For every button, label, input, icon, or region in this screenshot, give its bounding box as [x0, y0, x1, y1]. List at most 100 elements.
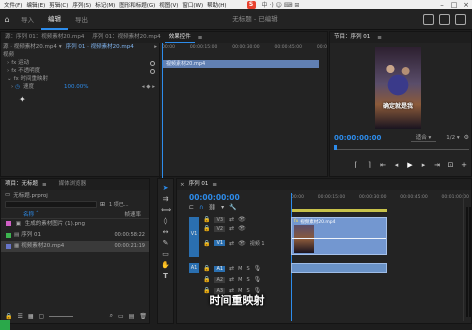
sequence-clip-label[interactable]: 序列 01 · 视频素材20.mp4	[66, 43, 134, 51]
effect-time-remap[interactable]: fx 时间重映射	[14, 75, 48, 83]
sync-lock-icon[interactable]: ⇄	[229, 265, 234, 272]
track-target-a1[interactable]: A1	[214, 265, 226, 272]
razor-tool-icon[interactable]: ◊	[161, 217, 170, 226]
menu-item-window[interactable]: 窗口(W)	[182, 1, 203, 9]
list-view-icon[interactable]: ☰	[17, 313, 22, 320]
export-frame-icon[interactable]: ⊡	[445, 161, 457, 169]
mute-button[interactable]: M	[238, 277, 242, 283]
settings-wrench-icon[interactable]: ⚙	[464, 134, 469, 141]
speed-value[interactable]: 100.00%	[64, 83, 88, 91]
play-icon[interactable]: ▶	[404, 161, 416, 169]
tab-sequence-01[interactable]: 序列 01	[185, 179, 213, 190]
sync-lock-icon[interactable]: ⇄	[229, 216, 234, 223]
program-playhead[interactable]	[334, 145, 337, 150]
menu-item-view[interactable]: 视图(V)	[159, 1, 178, 9]
microphone-icon[interactable]: 🎙	[254, 265, 262, 272]
snap-icon[interactable]: ∩	[199, 204, 203, 211]
trash-icon[interactable]: 🗑	[139, 313, 147, 320]
menu-item-file[interactable]: 文件(F)	[4, 1, 22, 9]
track-target-v2[interactable]: V2	[214, 225, 226, 232]
mute-button[interactable]: M	[238, 266, 242, 272]
project-item[interactable]: ▤ 序列 01 00:00:58:22	[1, 230, 149, 241]
hand-tool-icon[interactable]: ✋	[161, 261, 170, 270]
expand-arrow-icon[interactable]: ▸	[154, 43, 157, 51]
expand-arrow-icon[interactable]: ⌄	[7, 75, 12, 83]
work-area-bar[interactable]	[291, 209, 387, 212]
minimize-icon[interactable]: –	[436, 1, 448, 9]
panel-menu-icon[interactable]: ≡	[42, 182, 47, 188]
new-folder-icon[interactable]: ▭	[118, 313, 124, 320]
column-name[interactable]: 名称	[23, 210, 34, 218]
program-timecode[interactable]: 00:00:00:00	[334, 134, 381, 142]
rectangle-tool-icon[interactable]: ▭	[161, 250, 170, 259]
lock-icon[interactable]: 🔒	[203, 216, 210, 223]
project-item-selected[interactable]: ▦ 视频素材20.mp4 00:00:21:19	[1, 241, 149, 252]
tab-effect-controls[interactable]: 效果控件	[164, 32, 195, 43]
solo-button[interactable]: S	[246, 266, 249, 272]
project-item[interactable]: ▣ 生成的素材图片 (1).png	[1, 219, 149, 230]
effect-motion[interactable]: fx 运动	[11, 59, 29, 67]
lock-icon[interactable]: 🔒	[203, 265, 210, 272]
microphone-icon[interactable]: 🎙	[254, 276, 262, 283]
sync-lock-icon[interactable]: ⇄	[229, 240, 234, 247]
menu-item-sequence[interactable]: 序列(S)	[72, 1, 91, 9]
reset-icon[interactable]	[150, 68, 155, 74]
panel-menu-icon[interactable]: ≡	[377, 35, 382, 41]
freeform-view-icon[interactable]: ▢	[39, 313, 45, 320]
panel-menu-icon[interactable]: ≡	[198, 35, 203, 41]
track-target-a2[interactable]: A2	[214, 276, 226, 283]
collapse-arrow-icon[interactable]: ›	[7, 67, 9, 75]
dropdown-arrow-icon[interactable]: ▾	[59, 43, 62, 51]
pen-tool-icon[interactable]: ✎	[161, 239, 170, 248]
sync-lock-icon[interactable]: ⇄	[229, 276, 234, 283]
keyframe-nav-icon[interactable]: ◂ ◆ ▸	[142, 83, 155, 91]
effect-opacity[interactable]: fx 不透明度	[11, 67, 40, 75]
solo-button[interactable]: S	[246, 277, 249, 283]
go-to-in-icon[interactable]: ⇤	[377, 161, 389, 169]
quick-export-icon[interactable]	[439, 13, 450, 25]
lock-icon[interactable]: 🔒	[5, 313, 12, 320]
effect-clip-bar[interactable]: 视频素材20.mp4	[163, 60, 319, 68]
add-marker-icon[interactable]: ▾	[221, 204, 224, 211]
ime-badge[interactable]: S	[246, 0, 256, 9]
zoom-slider[interactable]	[49, 315, 74, 317]
tab-project[interactable]: 项目：无标题	[1, 179, 42, 190]
column-frame-rate[interactable]: 帧速率	[124, 210, 141, 218]
type-tool-icon[interactable]: T	[161, 272, 170, 281]
video-clip[interactable]: fx 视频素材20.mp4	[291, 217, 387, 255]
tab-import[interactable]: 导入	[14, 9, 41, 30]
go-to-out-icon[interactable]: ⇥	[431, 161, 443, 169]
step-forward-icon[interactable]: ▸	[418, 161, 430, 169]
track-select-tool-icon[interactable]: ⇉	[161, 195, 170, 204]
ripple-edit-tool-icon[interactable]: ⟺	[161, 206, 171, 215]
workspaces-icon[interactable]	[423, 13, 434, 25]
program-monitor-title[interactable]: 节目：序列 01	[330, 32, 374, 43]
tab-edit[interactable]: 编辑	[41, 9, 68, 30]
tab-export[interactable]: 导出	[68, 9, 95, 30]
source-patch-a1[interactable]: A1	[189, 263, 199, 273]
icon-view-icon[interactable]: ▦	[28, 313, 34, 320]
menu-item-edit[interactable]: 编辑(E)	[26, 1, 45, 9]
fit-dropdown[interactable]: 适合 ▾	[410, 133, 437, 142]
collapse-arrow-icon[interactable]: ›	[7, 59, 9, 67]
lock-icon[interactable]: 🔒	[203, 240, 210, 247]
close-icon[interactable]: ×	[460, 1, 472, 9]
tab-media-browser[interactable]: 媒体浏览器	[55, 179, 91, 190]
linked-selection-icon[interactable]: ⛓	[208, 204, 216, 211]
reset-icon[interactable]	[150, 60, 155, 66]
source-patch-v1[interactable]: V1	[189, 217, 199, 257]
search-icon[interactable]: ⌕	[110, 312, 113, 320]
taskbar-app-icon[interactable]	[0, 320, 10, 330]
eye-icon[interactable]: 👁	[238, 240, 246, 247]
maximize-icon[interactable]: □	[448, 1, 460, 9]
tab-source[interactable]: 源：序列 01：视频素材20.mp4	[1, 32, 88, 43]
resolution-dropdown[interactable]: 1/2 ▾	[446, 135, 459, 141]
timeline-settings-icon[interactable]: 🔧	[229, 204, 236, 211]
expand-arrow-icon[interactable]: ›	[11, 83, 13, 91]
ime-toolbar-icon[interactable]: 中 ·) ☺ ⌨ ⊞	[262, 0, 300, 9]
project-search-input[interactable]	[5, 201, 97, 208]
step-back-icon[interactable]: ◂	[391, 161, 403, 169]
nest-icon[interactable]: ⊏	[189, 204, 194, 211]
eye-icon[interactable]: 👁	[238, 225, 246, 232]
tab-sequence-clip[interactable]: 序列 01：视频素材20.mp4	[88, 32, 164, 43]
